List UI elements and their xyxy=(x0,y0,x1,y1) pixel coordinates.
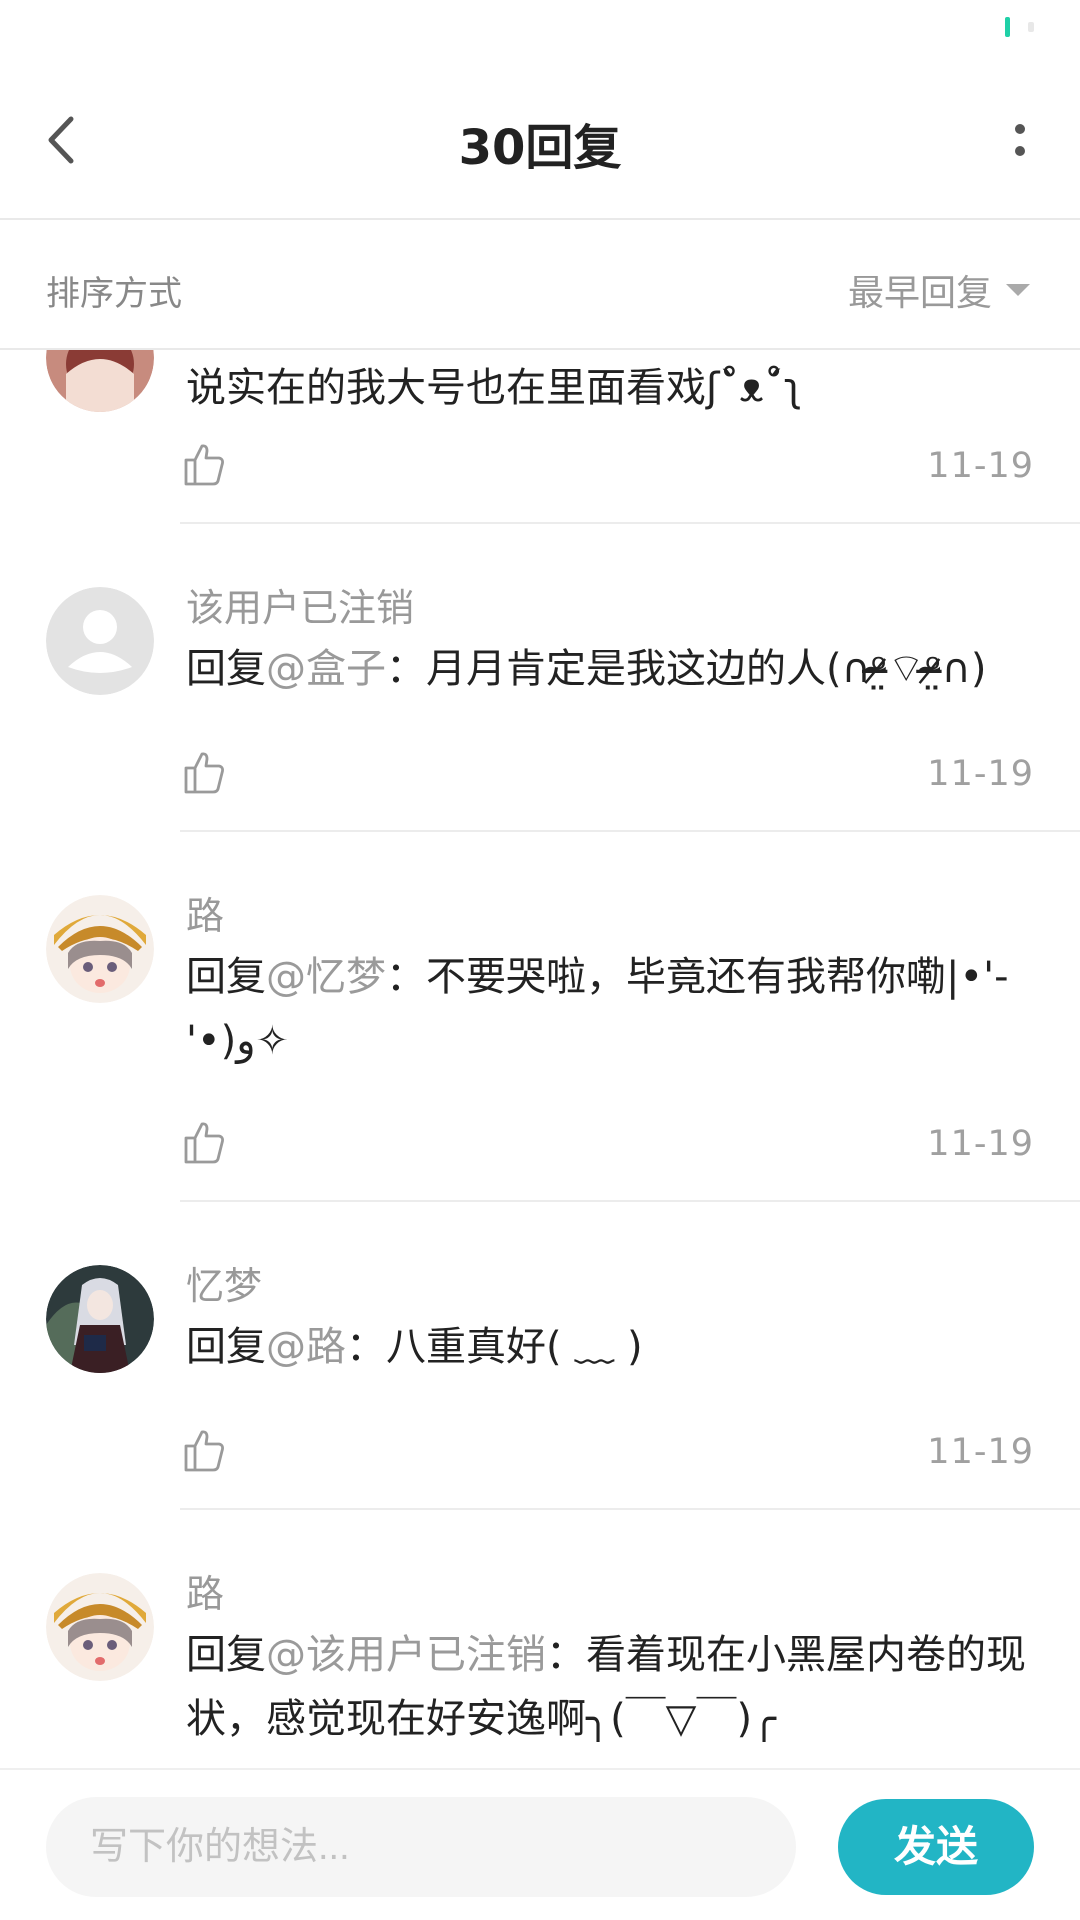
reply-content: 回复@忆梦：不要哭啦，毕竟还有我帮你嘞|•'-'•)و✧ xyxy=(186,945,1036,1073)
sort-label: 排序方式 xyxy=(46,274,182,314)
status-bar xyxy=(0,0,1080,60)
divider xyxy=(180,1508,1080,1510)
status-indicator-icon xyxy=(1005,17,1010,37)
thumbs-up-icon xyxy=(184,1430,224,1472)
sort-dropdown[interactable]: 最早回复 xyxy=(848,264,1030,316)
reply-text: 说实在的我大号也在里面看戏ʃ˚̀ᴥ˚́ʅ xyxy=(186,365,803,411)
anime-avatar-silver-hair xyxy=(46,1265,154,1373)
reply-prefix: 回复 xyxy=(186,954,266,1000)
mention-link[interactable]: @忆梦 xyxy=(266,954,386,1000)
reply-composer: 发送 xyxy=(0,1768,1080,1920)
reply-item: 说实在的我大号也在里面看戏ʃ˚̀ᴥ˚́ʅ 11-19 xyxy=(0,350,1080,525)
avatar[interactable] xyxy=(46,895,154,1003)
like-button[interactable] xyxy=(183,1120,225,1164)
reply-prefix: 回复 xyxy=(186,1324,266,1370)
avatar[interactable] xyxy=(46,350,154,412)
reply-item: 路 回复@忆梦：不要哭啦，毕竟还有我帮你嘞|•'-'•)و✧ 11-19 xyxy=(0,833,1080,1203)
avatar[interactable] xyxy=(46,1265,154,1373)
anime-avatar-yellow-hat xyxy=(46,895,154,1003)
like-button[interactable] xyxy=(183,442,225,486)
like-button[interactable] xyxy=(183,1428,225,1472)
divider xyxy=(180,830,1080,832)
mention-link[interactable]: @路 xyxy=(266,1324,346,1370)
reply-date: 11-19 xyxy=(927,446,1034,486)
divider xyxy=(180,522,1080,524)
reply-list[interactable]: 说实在的我大号也在里面看戏ʃ˚̀ᴥ˚́ʅ 11-19 该用户已注销 回复@盒子：… xyxy=(0,350,1080,1768)
more-button[interactable] xyxy=(1000,105,1040,175)
caret-down-icon xyxy=(1006,284,1030,296)
reply-username[interactable]: 路 xyxy=(186,885,224,940)
reply-text: ：八重真好( ﹏ ) xyxy=(346,1324,643,1370)
sort-bar: 排序方式 最早回复 xyxy=(0,220,1080,350)
reply-content: 回复@该用户已注销：看着现在小黑屋内卷的现状，感觉现在好安逸啊╮(￣▽￣)╭ xyxy=(186,1623,1036,1751)
header: 30回复 xyxy=(0,60,1080,220)
send-button[interactable]: 发送 xyxy=(838,1799,1034,1895)
anime-avatar-yellow-hat xyxy=(46,1573,154,1681)
reply-content: 回复@路：八重真好( ﹏ ) xyxy=(186,1315,1036,1379)
reply-text: ：月月肯定是我这边的人(∩ᵒ̴̶̷̤⌔ᵒ̴̶̷̤∩) xyxy=(386,646,987,692)
reply-item: 路 回复@该用户已注销：看着现在小黑屋内卷的现状，感觉现在好安逸啊╮(￣▽￣)╭ xyxy=(0,1511,1080,1768)
thumbs-up-icon xyxy=(184,1122,224,1164)
reply-username[interactable]: 路 xyxy=(186,1563,224,1618)
reply-date: 11-19 xyxy=(927,1432,1034,1472)
page-title: 30回复 xyxy=(458,120,622,176)
status-dim-indicator-icon xyxy=(1028,22,1034,32)
reply-content: 回复@盒子：月月肯定是我这边的人(∩ᵒ̴̶̷̤⌔ᵒ̴̶̷̤∩) xyxy=(186,637,1036,701)
reply-username[interactable]: 忆梦 xyxy=(186,1255,262,1310)
thumbs-up-icon xyxy=(184,752,224,794)
reply-item: 该用户已注销 回复@盒子：月月肯定是我这边的人(∩ᵒ̴̶̷̤⌔ᵒ̴̶̷̤∩) 1… xyxy=(0,525,1080,833)
like-button[interactable] xyxy=(183,750,225,794)
avatar[interactable] xyxy=(46,1573,154,1681)
reply-date: 11-19 xyxy=(927,754,1034,794)
reply-date: 11-19 xyxy=(927,1124,1034,1164)
reply-username[interactable]: 该用户已注销 xyxy=(186,577,414,632)
thumbs-up-icon xyxy=(184,444,224,486)
reply-prefix: 回复 xyxy=(186,646,266,692)
reply-prefix: 回复 xyxy=(186,1632,266,1678)
reply-content: 说实在的我大号也在里面看戏ʃ˚̀ᴥ˚́ʅ xyxy=(186,356,1036,420)
divider xyxy=(180,1200,1080,1202)
default-user-avatar-icon xyxy=(46,587,154,695)
reply-input[interactable] xyxy=(46,1797,796,1897)
mention-link[interactable]: @该用户已注销 xyxy=(266,1632,546,1678)
reply-item: 忆梦 回复@路：八重真好( ﹏ ) 11-19 xyxy=(0,1203,1080,1511)
more-vertical-icon xyxy=(1015,124,1025,156)
sort-selected-value: 最早回复 xyxy=(847,273,992,314)
mention-link[interactable]: @盒子 xyxy=(266,646,386,692)
avatar[interactable] xyxy=(46,587,154,695)
